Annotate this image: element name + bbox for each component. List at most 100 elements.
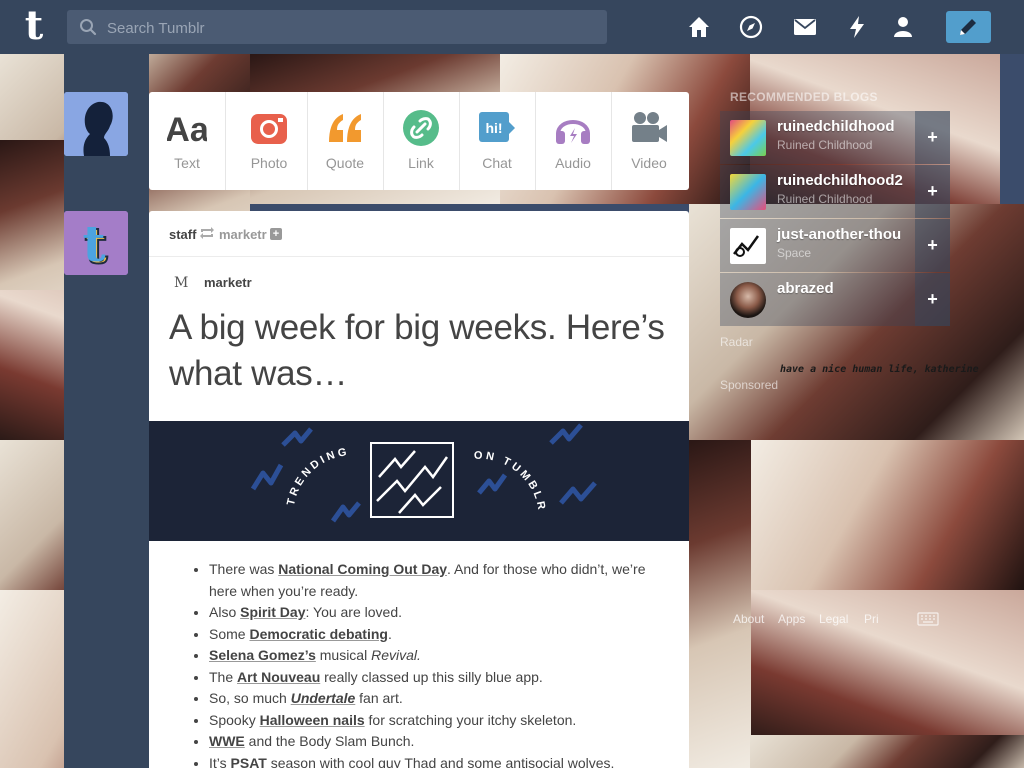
tumblr-staff-logo-icon: t t <box>64 211 128 275</box>
recommended-blog-row[interactable]: abrazed + <box>720 273 950 326</box>
radar-image-caption: have a nice human life, katherine <box>780 364 979 375</box>
trending-link[interactable]: Spirit Day <box>240 604 305 620</box>
blog-name[interactable]: ruinedchildhood2 <box>777 172 903 189</box>
list-item: It’s PSAT season with cool guy Thad and … <box>209 753 689 768</box>
headphones-icon <box>556 120 590 144</box>
blog-title: Space <box>777 246 812 260</box>
search-box <box>67 10 607 46</box>
compose-post-button[interactable] <box>946 11 991 43</box>
post-type-label: Chat <box>482 155 512 171</box>
pencil-icon <box>960 19 976 35</box>
search-input[interactable] <box>105 10 589 46</box>
follow-plus-icon[interactable]: + <box>270 228 282 240</box>
post-type-audio-button[interactable]: Audio <box>535 92 612 190</box>
blog-avatar <box>730 282 766 318</box>
follow-blog-button[interactable]: + <box>915 111 950 164</box>
list-item: Also Spirit Day: You are loved. <box>209 602 689 624</box>
post-type-quote-button[interactable]: Quote <box>307 92 384 190</box>
recommended-blog-row[interactable]: just-another-thou Space + <box>720 219 950 272</box>
svg-text:hi!: hi! <box>485 120 502 136</box>
source-blog-name[interactable]: marketr <box>204 275 252 290</box>
radar-link[interactable]: Radar <box>720 335 753 349</box>
list-item: Selena Gomez’s musical Revival. <box>209 645 689 667</box>
post-type-photo-button[interactable]: Photo <box>231 92 308 190</box>
post-title: A big week for big weeks. Here’s what wa… <box>169 308 665 393</box>
blog-name[interactable]: abrazed <box>777 280 834 297</box>
follow-blog-button[interactable]: + <box>915 165 950 218</box>
trending-link[interactable]: WWE <box>209 733 245 749</box>
trending-list: There was National Coming Out Day. And f… <box>149 559 689 768</box>
inbox-mail-icon[interactable] <box>792 14 818 40</box>
link-icon <box>403 110 439 146</box>
source-blog-avatar-icon[interactable]: M <box>174 275 188 291</box>
list-item: Some Democratic debating. <box>209 624 689 646</box>
recommended-blogs-heading: RECOMMENDED BLOGS <box>730 90 878 104</box>
chat-icon: hi! <box>479 112 515 142</box>
list-item: Spooky Halloween nails for scratching yo… <box>209 710 689 732</box>
staff-avatar[interactable]: t t <box>64 211 128 275</box>
source-blog-link[interactable]: marketr <box>219 227 267 242</box>
post-type-label: Link <box>408 155 434 171</box>
trending-banner-graphic-icon: TRENDING ON TUMBLR <box>250 423 597 523</box>
keyboard-shortcuts-icon[interactable] <box>917 612 939 626</box>
svg-text:ON TUMBLR: ON TUMBLR <box>474 450 548 514</box>
footer-apps-link[interactable]: Apps <box>778 612 805 626</box>
svg-text:t: t <box>82 214 105 273</box>
follow-blog-button[interactable]: + <box>915 273 950 326</box>
post-body: There was National Coming Out Day. And f… <box>149 559 689 768</box>
post-type-label: Audio <box>555 155 591 171</box>
trending-link[interactable]: Democratic debating <box>249 626 387 642</box>
recommended-blog-row[interactable]: ruinedchildhood2 Ruined Childhood + <box>720 165 950 218</box>
blog-avatar <box>730 174 766 210</box>
dashboard-post: staff marketr + M marketr A big week for… <box>149 211 689 768</box>
follow-blog-button[interactable]: + <box>915 219 950 272</box>
activity-lightning-icon[interactable] <box>844 14 870 40</box>
list-item: The Art Nouveau really classed up this s… <box>209 667 689 689</box>
blog-title: Ruined Childhood <box>777 192 873 206</box>
blog-avatar <box>730 228 766 264</box>
banner-right-text: ON TUMBLR <box>474 450 545 514</box>
trending-link[interactable]: Undertale <box>291 690 356 706</box>
silhouette-avatar-icon <box>64 92 128 156</box>
post-type-link-button[interactable]: Link <box>383 92 460 190</box>
video-camera-icon <box>632 112 667 142</box>
svg-text:TRENDING: TRENDING <box>285 446 350 507</box>
reblogger-name-link[interactable]: staff <box>169 227 196 242</box>
trending-link[interactable]: Art Nouveau <box>237 669 320 685</box>
list-item: There was National Coming Out Day. And f… <box>209 559 689 602</box>
banner-left-text: TRENDING <box>285 446 347 507</box>
footer-privacy-link[interactable]: Pri <box>864 612 879 626</box>
explore-compass-icon[interactable] <box>738 14 764 40</box>
recommended-blog-row[interactable]: ruinedchildhood Ruined Childhood + <box>720 111 950 164</box>
post-type-label: Video <box>631 155 667 171</box>
post-type-video-button[interactable]: Video <box>611 92 687 190</box>
trending-link[interactable]: Selena Gomez’s <box>209 647 316 663</box>
post-type-chat-button[interactable]: hi! Chat <box>459 92 536 190</box>
search-icon <box>80 19 97 36</box>
footer-legal-link[interactable]: Legal <box>819 612 848 626</box>
trending-link[interactable]: National Coming Out Day <box>278 561 447 577</box>
camera-icon <box>251 114 287 144</box>
blog-name[interactable]: ruinedchildhood <box>777 118 895 135</box>
svg-text:Aa: Aa <box>167 111 207 148</box>
left-avatar-column <box>64 54 149 768</box>
tumblr-logo-icon[interactable]: t <box>14 6 54 48</box>
reblog-source: M marketr <box>149 257 689 297</box>
trending-link[interactable]: Halloween nails <box>260 712 365 728</box>
list-item: WWE and the Body Slam Bunch. <box>209 731 689 753</box>
account-person-icon[interactable] <box>890 14 916 40</box>
user-avatar[interactable] <box>64 92 128 156</box>
top-navigation-bar: t <box>0 0 1024 54</box>
post-type-selector: Aa Text Photo Quote Link hi! Chat Audio … <box>149 92 689 190</box>
reblog-icon <box>200 227 214 239</box>
sponsored-link[interactable]: Sponsored <box>720 378 778 392</box>
post-type-text-button[interactable]: Aa Text <box>149 92 226 190</box>
home-icon[interactable] <box>686 14 712 40</box>
quote-icon <box>329 114 361 142</box>
trending-link[interactable]: PSAT <box>231 755 267 768</box>
footer-about-link[interactable]: About <box>733 612 764 626</box>
list-item: So, so much Undertale fan art. <box>209 688 689 710</box>
blog-name[interactable]: just-another-thou <box>777 226 901 243</box>
post-header: staff marketr + <box>149 211 689 257</box>
chart-doodle-icon <box>733 235 760 257</box>
